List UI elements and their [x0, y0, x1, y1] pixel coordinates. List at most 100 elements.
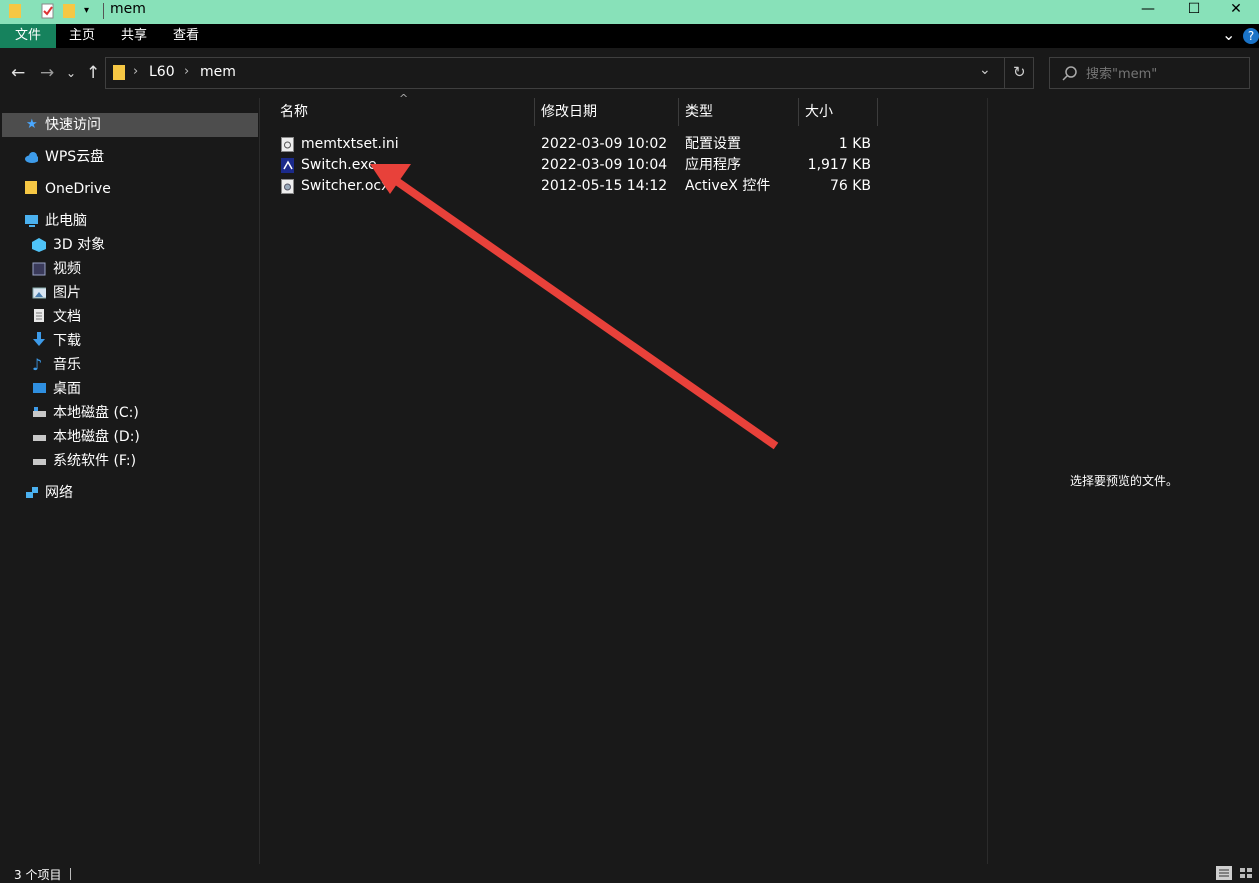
recent-locations-button[interactable]: ⌄: [66, 66, 76, 80]
sidebar-item-label: 快速访问: [45, 117, 101, 133]
sidebar-item-videos[interactable]: 视频: [32, 257, 252, 281]
drive-icon: [33, 459, 46, 465]
sidebar-item-label: 下载: [53, 333, 81, 349]
computer-icon: [25, 215, 38, 227]
details-view-icon[interactable]: [1216, 866, 1232, 880]
sidebar-item-drive-d[interactable]: 本地磁盘 (D:): [32, 425, 252, 449]
preview-pane: 选择要预览的文件。: [987, 98, 1259, 864]
tab-share[interactable]: 共享: [108, 24, 160, 48]
file-list: ^ 名称 修改日期 类型 大小 memtxtset.ini 2022-03-09…: [261, 92, 987, 864]
tab-home[interactable]: 主页: [56, 24, 108, 48]
file-date: 2022-03-09 10:04: [541, 157, 668, 173]
file-size: 1,917 KB: [807, 157, 871, 173]
sidebar-item-music[interactable]: ♪ 音乐: [32, 353, 252, 377]
forward-button[interactable]: →: [40, 63, 54, 83]
search-icon: [1062, 66, 1077, 81]
sidebar-item-label: 系统软件 (F:): [53, 453, 137, 469]
properties-icon[interactable]: [40, 2, 56, 20]
desktop-icon: [33, 383, 46, 393]
tab-file[interactable]: 文件: [0, 24, 56, 48]
sidebar-item-label: 文档: [53, 309, 81, 325]
new-folder-icon[interactable]: [62, 2, 76, 20]
cube-icon: [32, 238, 46, 252]
sidebar-item-label: 桌面: [53, 381, 81, 397]
star-icon: ★: [26, 117, 38, 132]
file-name: Switch.exe: [301, 157, 377, 173]
refresh-icon[interactable]: ↻: [1013, 63, 1026, 81]
tab-view[interactable]: 查看: [160, 24, 212, 48]
divider: [70, 868, 71, 880]
maximize-button[interactable]: ☐: [1171, 0, 1217, 20]
sidebar-item-drive-c[interactable]: 本地磁盘 (C:): [32, 401, 252, 425]
breadcrumb-item-l60[interactable]: L60: [149, 64, 175, 80]
sidebar-item-quick-access[interactable]: ★ 快速访问: [2, 113, 258, 137]
sidebar-item-label: 此电脑: [45, 213, 87, 229]
file-row[interactable]: Switch.exe 2022-03-09 10:04 应用程序 1,917 K…: [279, 155, 879, 176]
file-type: 配置设置: [685, 136, 741, 152]
address-bar[interactable]: › L60 › mem ⌄ ↻: [105, 57, 1034, 89]
ocx-file-icon: [281, 179, 294, 194]
file-size: 76 KB: [829, 178, 871, 194]
file-date: 2022-03-09 10:02: [541, 136, 668, 152]
large-icons-view-icon[interactable]: [1238, 866, 1254, 880]
exe-file-icon: [281, 158, 294, 173]
search-box[interactable]: [1049, 57, 1250, 89]
item-count: 3 个项目: [14, 868, 62, 882]
column-divider[interactable]: [678, 98, 679, 126]
title-bar: ▾ mem — ☐ ✕: [0, 0, 1259, 24]
column-header-type[interactable]: 类型: [685, 98, 713, 126]
sidebar-item-wps-cloud[interactable]: WPS云盘: [24, 145, 244, 169]
ribbon-tabs: 文件 主页 共享 查看 ⌄ ?: [0, 24, 1259, 48]
close-button[interactable]: ✕: [1213, 0, 1259, 20]
sidebar-item-onedrive[interactable]: OneDrive: [24, 177, 244, 201]
address-dropdown-icon[interactable]: ⌄: [979, 62, 991, 78]
column-header-name[interactable]: 名称: [280, 98, 308, 126]
file-row[interactable]: memtxtset.ini 2022-03-09 10:02 配置设置 1 KB: [279, 134, 879, 155]
sidebar-item-downloads[interactable]: 下载: [32, 329, 252, 353]
network-icon: [26, 487, 38, 498]
file-name: Switcher.ocx: [301, 178, 390, 194]
column-divider[interactable]: [534, 98, 535, 126]
picture-icon: [32, 287, 46, 299]
file-type: 应用程序: [685, 157, 741, 173]
sidebar-item-label: WPS云盘: [45, 149, 105, 165]
column-header-date[interactable]: 修改日期: [541, 98, 597, 126]
sidebar-item-label: 本地磁盘 (C:): [53, 405, 139, 421]
folder-icon: [9, 4, 21, 18]
sidebar-item-this-pc[interactable]: 此电脑: [24, 209, 244, 233]
sidebar-item-label: 图片: [53, 285, 81, 301]
folder-icon: [25, 181, 37, 194]
customize-quick-access-icon[interactable]: ▾: [84, 5, 89, 16]
drive-icon: [33, 407, 46, 417]
file-date: 2012-05-15 14:12: [541, 178, 668, 194]
column-divider[interactable]: [877, 98, 878, 126]
download-icon: [33, 332, 45, 346]
sidebar-item-pictures[interactable]: 图片: [32, 281, 252, 305]
sidebar-item-label: 音乐: [53, 357, 81, 373]
sidebar-item-label: 网络: [45, 485, 73, 501]
file-row[interactable]: Switcher.ocx 2012-05-15 14:12 ActiveX 控件…: [279, 176, 879, 197]
back-button[interactable]: ←: [11, 63, 25, 83]
file-size: 1 KB: [838, 136, 871, 152]
navigation-pane: ★ 快速访问 WPS云盘 OneDrive 此电脑 3D 对象 视频 图片 文档…: [0, 98, 260, 864]
search-input[interactable]: [1084, 63, 1238, 85]
minimize-button[interactable]: —: [1125, 0, 1171, 20]
breadcrumb-separator: ›: [184, 64, 190, 79]
sidebar-item-drive-f[interactable]: 系统软件 (F:): [32, 449, 252, 473]
breadcrumb-item-mem[interactable]: mem: [200, 64, 236, 80]
sidebar-item-3d-objects[interactable]: 3D 对象: [32, 233, 252, 257]
preview-message: 选择要预览的文件。: [1069, 474, 1178, 488]
sidebar-item-network[interactable]: 网络: [24, 481, 244, 505]
document-icon: [34, 309, 44, 322]
up-button[interactable]: ↑: [86, 63, 100, 83]
sidebar-item-desktop[interactable]: 桌面: [32, 377, 252, 401]
column-header-size[interactable]: 大小: [805, 98, 833, 126]
help-icon[interactable]: ?: [1243, 28, 1259, 44]
drive-icon: [33, 435, 46, 441]
ini-file-icon: [281, 137, 294, 152]
divider: [103, 3, 104, 19]
status-bar: 3 个项目: [0, 864, 1259, 882]
sidebar-item-documents[interactable]: 文档: [32, 305, 252, 329]
ribbon-collapse-icon[interactable]: ⌄: [1222, 25, 1235, 44]
column-divider[interactable]: [798, 98, 799, 126]
